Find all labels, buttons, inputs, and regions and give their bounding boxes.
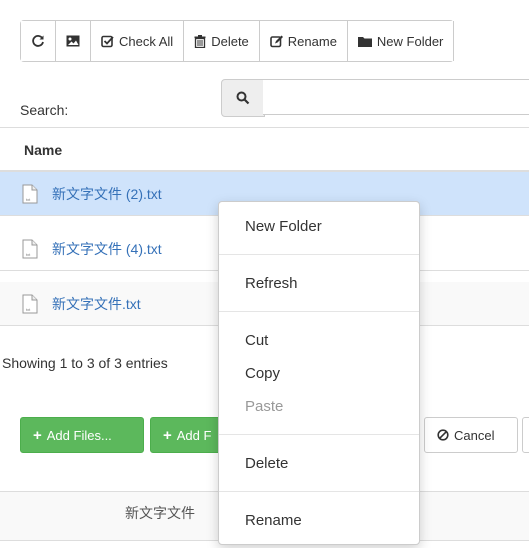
ctx-cut[interactable]: Cut xyxy=(245,332,268,349)
new-folder-button[interactable]: New Folder xyxy=(347,21,455,61)
menu-divider xyxy=(219,491,419,492)
header-top-border xyxy=(0,127,529,128)
ctx-rename[interactable]: Rename xyxy=(245,512,302,529)
extra-button[interactable] xyxy=(522,417,529,453)
menu-divider xyxy=(219,434,419,435)
search-icon xyxy=(221,79,265,117)
file-toolbar: Check All Delete Rename New Folder xyxy=(20,20,455,62)
cancel-label: Cancel xyxy=(454,427,495,443)
check-square-icon xyxy=(101,35,114,48)
rename-button[interactable]: Rename xyxy=(259,21,348,61)
add-folder-button[interactable]: + Add F xyxy=(150,417,225,453)
table-info: Showing 1 to 3 of 3 entries xyxy=(2,355,168,371)
check-all-label: Check All xyxy=(119,33,174,49)
search-label: Search: xyxy=(20,102,69,118)
folder-icon xyxy=(357,36,372,47)
rename-label: Rename xyxy=(287,33,337,49)
cancel-button[interactable]: Cancel xyxy=(424,417,518,453)
ctx-new-folder[interactable]: New Folder xyxy=(245,218,322,235)
check-all-button[interactable]: Check All xyxy=(91,21,185,61)
context-menu: New Folder Refresh Cut Copy Paste Delete… xyxy=(218,201,420,545)
delete-label: Delete xyxy=(211,33,249,49)
ban-icon xyxy=(437,429,449,441)
menu-divider xyxy=(219,254,419,255)
add-files-label: Add Files... xyxy=(46,427,112,443)
new-folder-label: New Folder xyxy=(376,33,444,49)
file-name[interactable]: 新文字文件 (2).txt xyxy=(52,184,162,204)
text-file-icon: txt xyxy=(22,184,38,204)
menu-divider xyxy=(219,311,419,312)
text-file-icon: txt xyxy=(22,239,38,259)
add-files-button[interactable]: + Add Files... xyxy=(20,417,144,453)
trash-icon xyxy=(194,34,206,48)
name-column-header[interactable]: Name xyxy=(24,142,62,158)
plus-icon: + xyxy=(33,426,42,444)
file-name[interactable]: 新文字文件.txt xyxy=(52,294,141,314)
ctx-delete[interactable]: Delete xyxy=(245,455,288,472)
add-folder-label: Add F xyxy=(176,427,212,443)
delete-button[interactable]: Delete xyxy=(184,21,260,61)
refresh-button[interactable] xyxy=(21,21,56,61)
refresh-icon xyxy=(31,34,45,48)
ctx-copy[interactable]: Copy xyxy=(245,365,280,382)
file-name[interactable]: 新文字文件 (4).txt xyxy=(52,239,162,259)
upload-file-name: 新文字文件 xyxy=(125,505,195,521)
image-view-button[interactable] xyxy=(56,21,91,61)
image-icon xyxy=(66,35,80,47)
ctx-refresh[interactable]: Refresh xyxy=(245,275,298,292)
text-file-icon: txt xyxy=(22,294,38,314)
plus-icon: + xyxy=(163,426,172,444)
search-input[interactable] xyxy=(263,79,529,115)
ctx-paste: Paste xyxy=(245,398,284,415)
edit-icon xyxy=(269,35,283,48)
